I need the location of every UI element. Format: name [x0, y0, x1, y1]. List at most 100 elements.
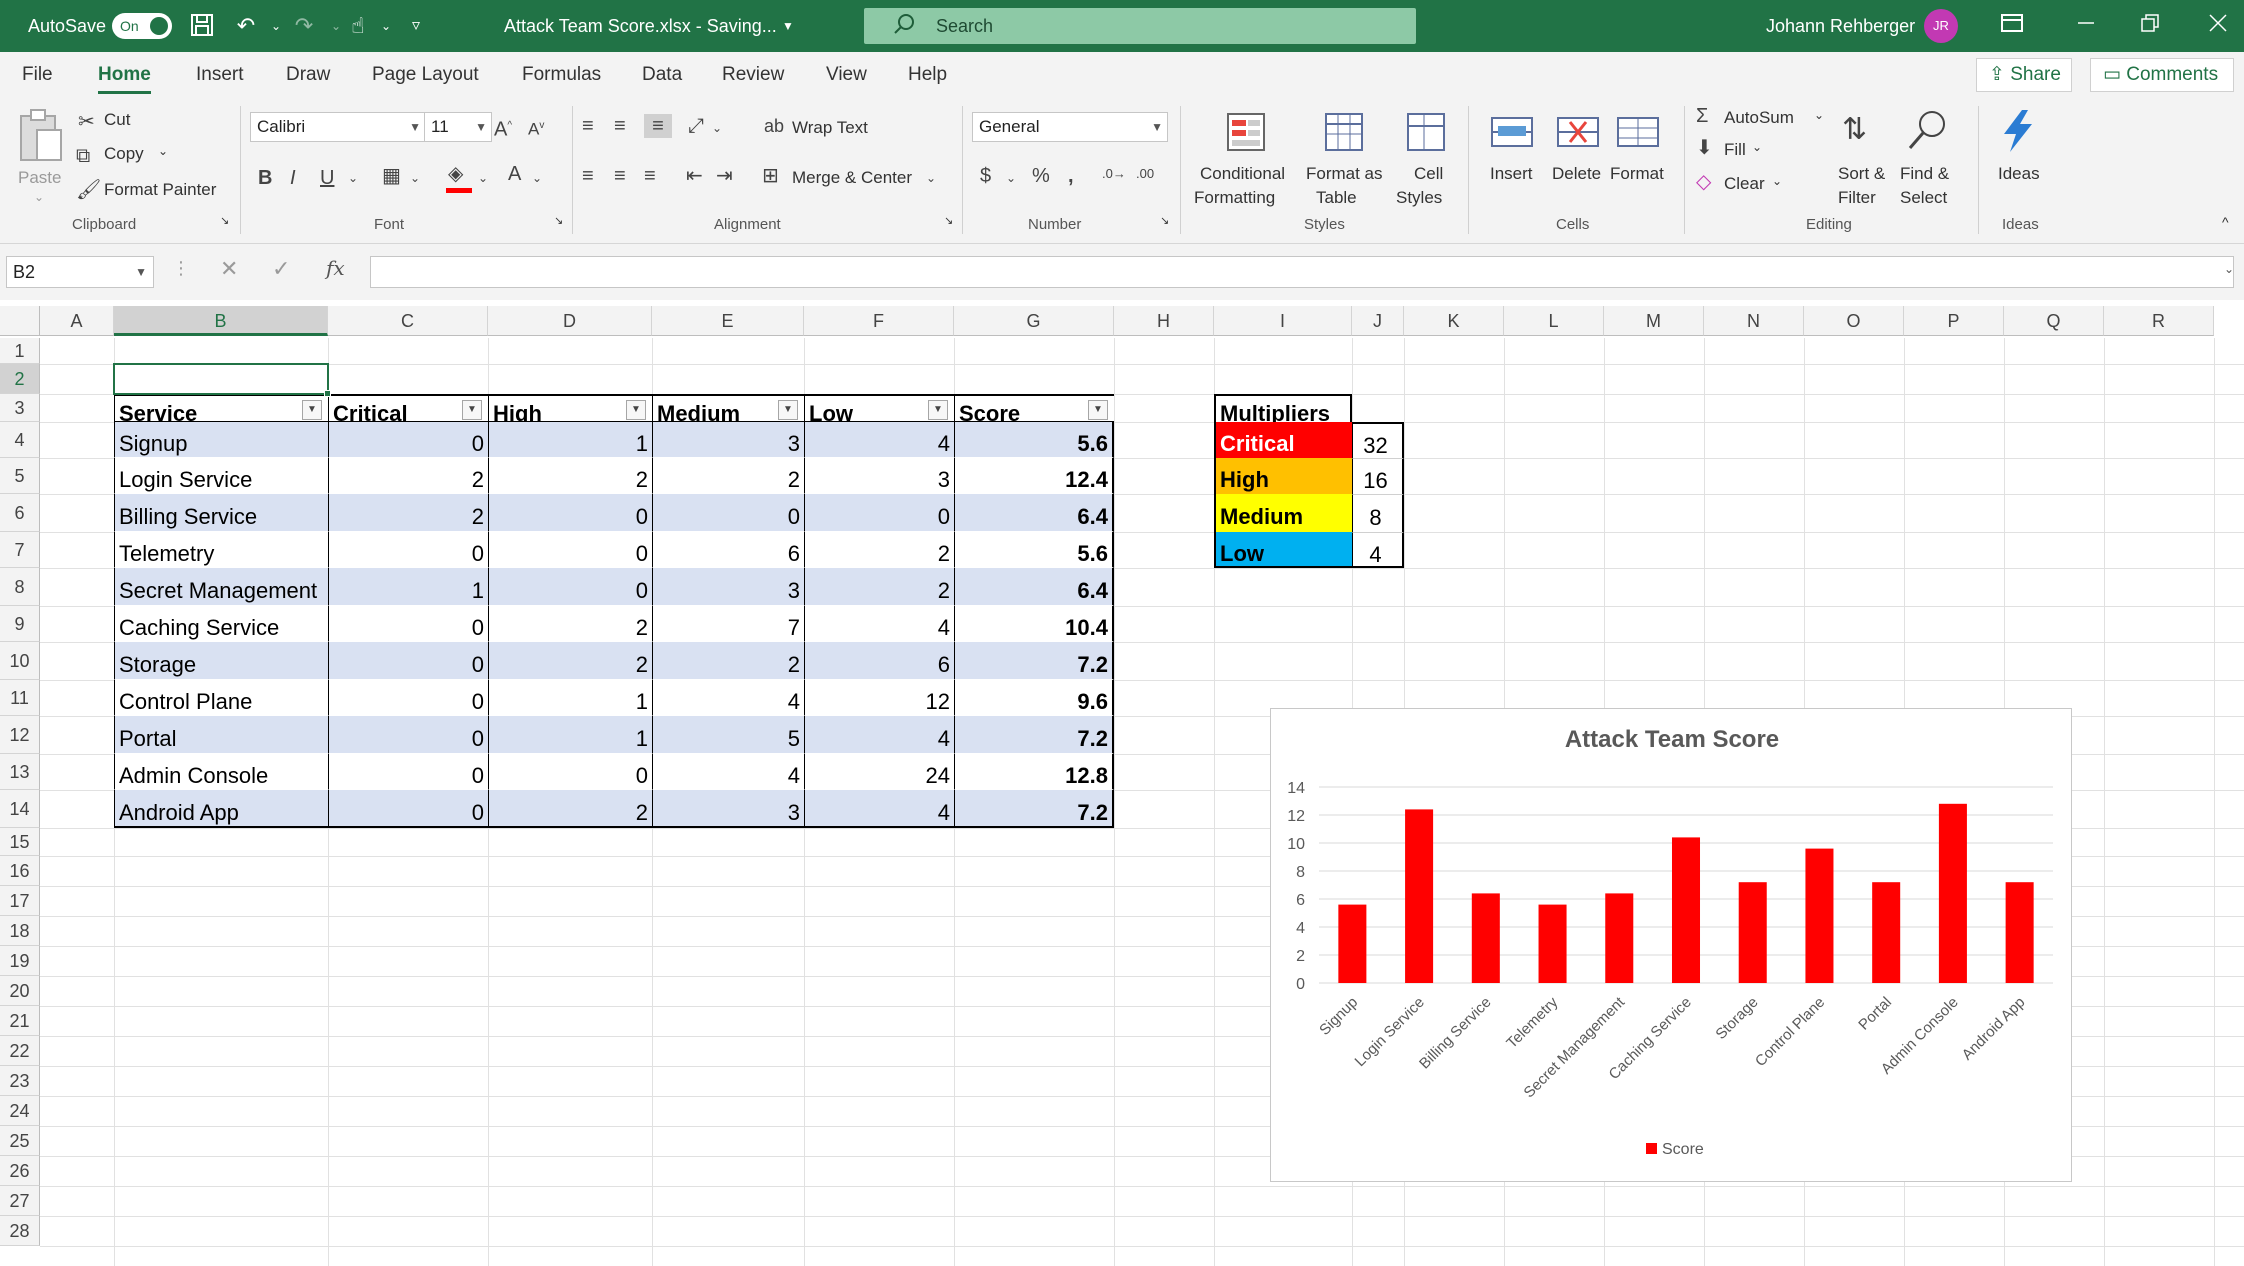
table-cell[interactable]: 4: [652, 680, 804, 716]
copy-icon[interactable]: ⧉: [76, 144, 90, 168]
expand-formula-bar-icon[interactable]: ⌄: [2224, 262, 2234, 276]
bold-icon[interactable]: B: [258, 166, 272, 190]
table-cell[interactable]: 12: [804, 680, 954, 716]
row-header-25[interactable]: 25: [0, 1126, 40, 1156]
tab-file[interactable]: File: [22, 52, 53, 98]
service-name-cell[interactable]: Signup: [114, 422, 328, 458]
table-cell[interactable]: 0: [804, 494, 954, 532]
table-cell[interactable]: 6: [804, 642, 954, 680]
currency-icon[interactable]: $: [980, 164, 991, 188]
row-header-10[interactable]: 10: [0, 642, 40, 680]
tab-view[interactable]: View: [826, 52, 867, 98]
table-cell[interactable]: 6: [652, 532, 804, 568]
tab-insert[interactable]: Insert: [196, 52, 244, 98]
column-header-b[interactable]: B: [114, 306, 328, 336]
table-cell[interactable]: 10.4: [954, 606, 1114, 642]
align-left-icon[interactable]: ≡: [582, 164, 594, 188]
service-name-cell[interactable]: Android App: [114, 790, 328, 828]
column-header-o[interactable]: O: [1804, 306, 1904, 336]
row-header-17[interactable]: 17: [0, 886, 40, 916]
table-cell[interactable]: 4: [652, 754, 804, 790]
orientation-dropdown-icon[interactable]: ⌄: [712, 116, 722, 140]
number-format-select[interactable]: General ▼: [972, 112, 1168, 142]
table-header-service[interactable]: Service: [114, 394, 328, 422]
tab-formulas[interactable]: Formulas: [522, 52, 601, 98]
autosum-icon[interactable]: Σ: [1696, 104, 1708, 128]
align-center-icon[interactable]: ≡: [614, 164, 626, 188]
tab-draw[interactable]: Draw: [286, 52, 330, 98]
table-cell[interactable]: 24: [804, 754, 954, 790]
row-header-23[interactable]: 23: [0, 1066, 40, 1096]
row-header-8[interactable]: 8: [0, 568, 40, 606]
cancel-icon[interactable]: ✕: [220, 256, 238, 282]
align-right-icon[interactable]: ≡: [644, 164, 656, 188]
row-header-7[interactable]: 7: [0, 532, 40, 568]
increase-font-icon[interactable]: A^: [494, 114, 512, 142]
enter-icon[interactable]: ✓: [272, 256, 290, 282]
row-header-21[interactable]: 21: [0, 1006, 40, 1036]
undo-dropdown-icon[interactable]: ⌄: [262, 12, 290, 40]
table-cell[interactable]: 12.8: [954, 754, 1114, 790]
table-cell[interactable]: 0: [652, 494, 804, 532]
restore-icon[interactable]: [2136, 12, 2164, 40]
table-cell[interactable]: 3: [652, 422, 804, 458]
touch-dropdown-icon[interactable]: ⌄: [372, 12, 400, 40]
row-header-2[interactable]: 2: [0, 364, 40, 394]
row-header-24[interactable]: 24: [0, 1096, 40, 1126]
cut-icon[interactable]: ✂: [78, 110, 95, 134]
row-header-13[interactable]: 13: [0, 754, 40, 790]
service-name-cell[interactable]: Control Plane: [114, 680, 328, 716]
font-family-select[interactable]: Calibri ▼: [250, 112, 426, 142]
font-launcher-icon[interactable]: ↘: [554, 214, 563, 227]
undo-icon[interactable]: ↶: [232, 12, 260, 40]
number-launcher-icon[interactable]: ↘: [1160, 214, 1169, 227]
format-painter-button[interactable]: Format Painter: [104, 180, 216, 200]
clipboard-launcher-icon[interactable]: ↘: [220, 214, 229, 227]
find-select-button[interactable]: Find & Select: [1896, 106, 1966, 214]
multiplier-label-critical[interactable]: Critical: [1214, 422, 1352, 458]
font-size-select[interactable]: 11 ▼: [424, 112, 492, 142]
service-name-cell[interactable]: Billing Service: [114, 494, 328, 532]
multiplier-value-medium[interactable]: 8: [1352, 494, 1404, 532]
wrap-text-button[interactable]: Wrap Text: [792, 118, 868, 138]
clear-icon[interactable]: ◇: [1696, 170, 1711, 194]
filter-dropdown-icon[interactable]: ▼: [302, 400, 322, 420]
collapse-ribbon-icon[interactable]: ^: [2222, 214, 2229, 230]
row-header-1[interactable]: 1: [0, 338, 40, 364]
multipliers-title[interactable]: Multipliers: [1214, 394, 1352, 422]
service-name-cell[interactable]: Secret Management: [114, 568, 328, 606]
autosum-dropdown-icon[interactable]: ⌄: [1814, 108, 1824, 122]
multiplier-value-low[interactable]: 4: [1352, 532, 1404, 568]
table-cell[interactable]: 2: [652, 458, 804, 494]
service-name-cell[interactable]: Telemetry: [114, 532, 328, 568]
formula-input[interactable]: [370, 256, 2234, 288]
font-color-icon[interactable]: A: [508, 162, 521, 186]
table-cell[interactable]: 7.2: [954, 642, 1114, 680]
table-cell[interactable]: 0: [328, 716, 488, 754]
row-header-16[interactable]: 16: [0, 856, 40, 886]
percent-icon[interactable]: %: [1032, 164, 1050, 188]
column-header-k[interactable]: K: [1404, 306, 1504, 336]
fill-handle[interactable]: [324, 390, 331, 397]
decrease-indent-icon[interactable]: ⇤: [686, 164, 703, 188]
merge-dropdown-icon[interactable]: ⌄: [926, 166, 936, 190]
table-cell[interactable]: 4: [804, 790, 954, 828]
column-header-e[interactable]: E: [652, 306, 804, 336]
table-cell[interactable]: 2: [804, 532, 954, 568]
tab-data[interactable]: Data: [642, 52, 682, 98]
align-bottom-icon[interactable]: ≡: [644, 114, 672, 138]
ribbon-display-options-icon[interactable]: [1998, 12, 2026, 40]
row-header-5[interactable]: 5: [0, 458, 40, 494]
table-cell[interactable]: 3: [652, 790, 804, 828]
table-cell[interactable]: 2: [488, 642, 652, 680]
increase-decimal-icon[interactable]: .0→: [1102, 162, 1126, 186]
ideas-button[interactable]: Ideas: [1986, 106, 2052, 214]
column-header-j[interactable]: J: [1352, 306, 1404, 336]
table-cell[interactable]: 4: [804, 422, 954, 458]
row-header-3[interactable]: 3: [0, 394, 40, 422]
borders-icon[interactable]: ▦: [382, 164, 401, 188]
row-header-20[interactable]: 20: [0, 976, 40, 1006]
row-header-18[interactable]: 18: [0, 916, 40, 946]
table-cell[interactable]: 9.6: [954, 680, 1114, 716]
table-cell[interactable]: 2: [488, 606, 652, 642]
